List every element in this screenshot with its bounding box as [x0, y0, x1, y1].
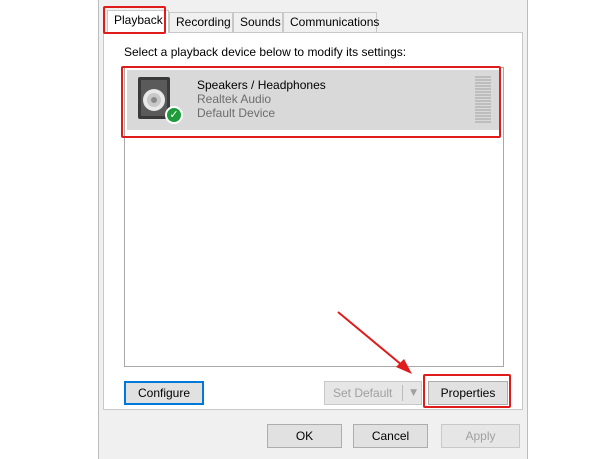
playback-panel: Select a playback device below to modify… [103, 32, 523, 410]
tab-recording[interactable]: Recording [169, 12, 233, 32]
properties-button[interactable]: Properties [428, 381, 508, 405]
set-default-label: Set Default [333, 386, 393, 400]
set-default-button[interactable]: Set Default ▼ [324, 381, 422, 405]
device-item-speakers[interactable]: ✓ Speakers / Headphones Realtek Audio De… [127, 70, 501, 130]
device-list[interactable]: ✓ Speakers / Headphones Realtek Audio De… [124, 67, 504, 367]
volume-meter [475, 76, 491, 124]
tab-strip: Playback Recording Sounds Communications [103, 10, 523, 33]
split-separator [402, 385, 403, 401]
apply-button[interactable]: Apply [441, 424, 520, 448]
device-driver: Realtek Audio [197, 92, 272, 106]
device-status: Default Device [197, 106, 276, 120]
sound-dialog: Playback Recording Sounds Communications… [98, 0, 528, 459]
tab-sounds[interactable]: Sounds [233, 12, 283, 32]
tab-playback[interactable]: Playback [107, 10, 169, 33]
configure-button[interactable]: Configure [124, 381, 204, 405]
device-name: Speakers / Headphones [197, 78, 326, 92]
ok-button[interactable]: OK [267, 424, 342, 448]
tab-communications[interactable]: Communications [283, 12, 379, 32]
instruction-text: Select a playback device below to modify… [124, 45, 407, 59]
chevron-down-icon[interactable]: ▼ [410, 382, 417, 404]
cancel-button[interactable]: Cancel [353, 424, 428, 448]
check-icon: ✓ [165, 106, 183, 124]
